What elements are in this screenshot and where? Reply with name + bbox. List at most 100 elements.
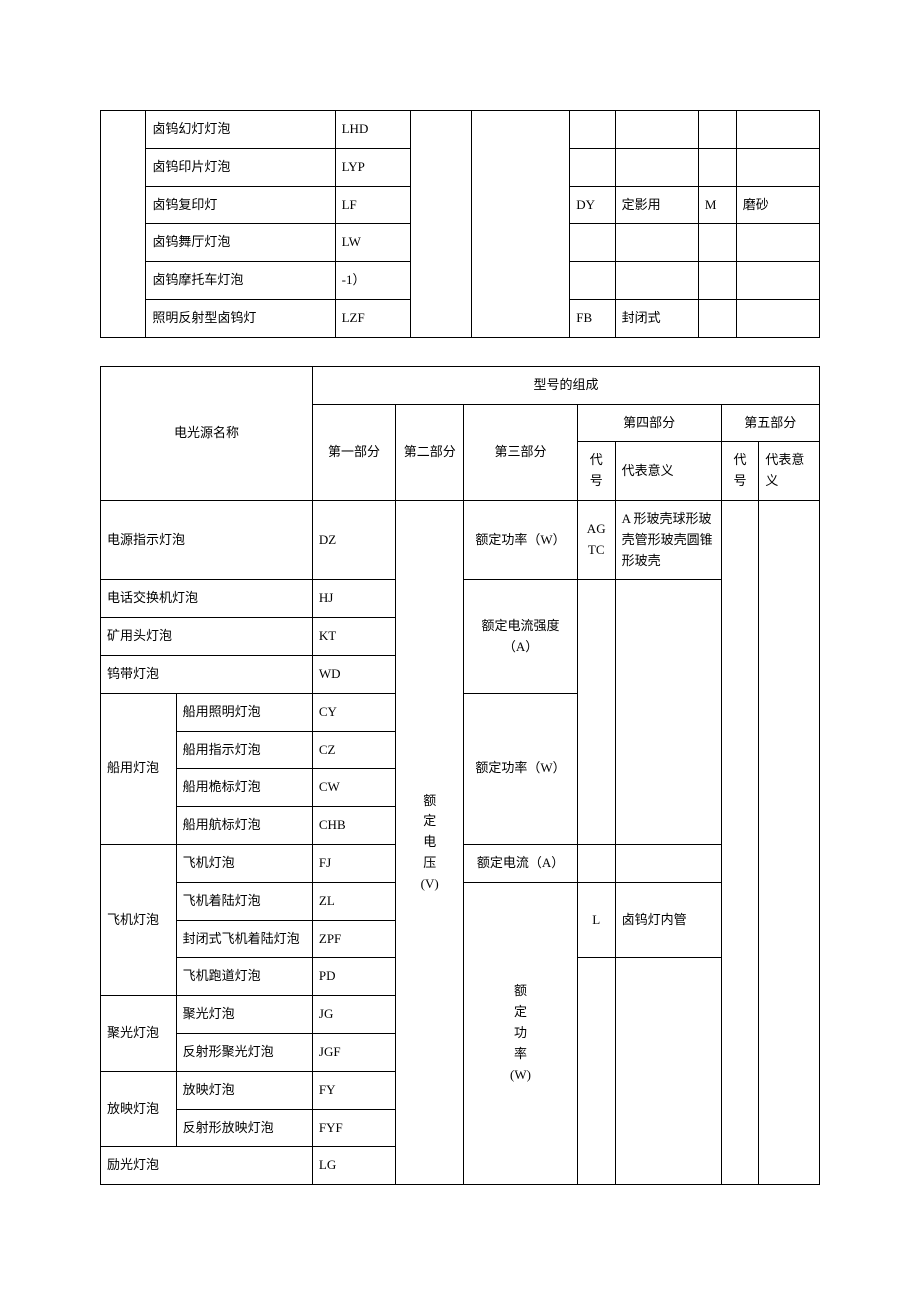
p4code-cell — [570, 262, 615, 300]
table-main: 电光源名称 型号的组成 第一部分 第二部分 第三部分 第四部分 第五部分 代号 … — [100, 366, 820, 1185]
code-cell: CY — [312, 693, 395, 731]
code-cell: -1） — [335, 262, 411, 300]
code-cell: WD — [312, 655, 395, 693]
p4mean-cell — [615, 224, 698, 262]
p5mean-cell — [736, 262, 819, 300]
header-part1: 第一部分 — [312, 404, 395, 500]
header-p4-mean: 代表意义 — [615, 442, 721, 501]
part3-cell: 额定功率（W） — [464, 693, 578, 844]
cat-cell: 飞机灯泡 — [101, 844, 177, 995]
p4code-cell — [570, 224, 615, 262]
part3-cell: 额定功率(W) — [464, 882, 578, 1184]
p5mean-cell — [736, 148, 819, 186]
sub-cell: 船用指示灯泡 — [176, 731, 312, 769]
p5mean-cell — [759, 500, 820, 1184]
code-cell: CHB — [312, 807, 395, 845]
sub-cell: 飞机跑道灯泡 — [176, 958, 312, 996]
left-span-cell — [101, 111, 146, 338]
sub-cell: 船用桅标灯泡 — [176, 769, 312, 807]
name-cell: 卤钨摩托车灯泡 — [146, 262, 335, 300]
header-source-name: 电光源名称 — [101, 366, 313, 500]
cat-cell: 船用灯泡 — [101, 693, 177, 844]
cat-cell: 电源指示灯泡 — [101, 500, 313, 579]
p4code-cell — [570, 148, 615, 186]
code-cell: KT — [312, 618, 395, 656]
header-part2: 第二部分 — [396, 404, 464, 500]
header-part4: 第四部分 — [577, 404, 721, 442]
part3-cell: 额定功率（W） — [464, 500, 578, 579]
p5code-cell — [698, 148, 736, 186]
p5code-cell — [698, 224, 736, 262]
p4mean-cell: A 形玻壳球形玻壳管形玻壳圆锥形玻壳 — [615, 500, 721, 579]
code-cell: PD — [312, 958, 395, 996]
header-p4-code: 代号 — [577, 442, 615, 501]
sub-cell: 反射形放映灯泡 — [176, 1109, 312, 1147]
part2-cell: 额定电压(V) — [396, 500, 464, 1184]
cat-cell: 励光灯泡 — [101, 1147, 313, 1185]
code-cell: ZL — [312, 882, 395, 920]
p4mean-cell — [615, 958, 721, 1185]
table-row: 电源指示灯泡 DZ 额定电压(V) 额定功率（W） AGTC A 形玻壳球形玻壳… — [101, 500, 820, 579]
p4code-cell — [577, 580, 615, 845]
code-cell: HJ — [312, 580, 395, 618]
code-cell: LYP — [335, 148, 411, 186]
p5code-cell: M — [698, 186, 736, 224]
header-part5: 第五部分 — [721, 404, 819, 442]
part3-cell: 额定电流（A） — [464, 844, 578, 882]
header-p5-mean: 代表意义 — [759, 442, 820, 501]
header-composition: 型号的组成 — [312, 366, 819, 404]
p4code-cell: DY — [570, 186, 615, 224]
p5mean-cell — [736, 111, 819, 149]
sub-cell: 封闭式飞机着陆灯泡 — [176, 920, 312, 958]
name-cell: 卤钨幻灯灯泡 — [146, 111, 335, 149]
code-cell: DZ — [312, 500, 395, 579]
name-cell: 卤钨舞厅灯泡 — [146, 224, 335, 262]
p4mean-cell — [615, 111, 698, 149]
header-p5-code: 代号 — [721, 442, 759, 501]
p4code-cell: FB — [570, 299, 615, 337]
code-cell: LZF — [335, 299, 411, 337]
name-cell: 照明反射型卤钨灯 — [146, 299, 335, 337]
p4mean-cell: 定影用 — [615, 186, 698, 224]
cat-cell: 钨带灯泡 — [101, 655, 313, 693]
sub-cell: 反射形聚光灯泡 — [176, 1033, 312, 1071]
part2-cell — [411, 111, 472, 338]
p4mean-cell: 卤钨灯内管 — [615, 882, 721, 958]
cat-cell: 聚光灯泡 — [101, 996, 177, 1072]
p4code-cell: L — [577, 882, 615, 958]
p5code-cell — [698, 299, 736, 337]
table-row: 卤钨幻灯灯泡LHD — [101, 111, 820, 149]
header-part3: 第三部分 — [464, 404, 578, 500]
code-cell: ZPF — [312, 920, 395, 958]
sub-cell: 船用航标灯泡 — [176, 807, 312, 845]
p5code-cell — [721, 500, 759, 1184]
code-cell: FYF — [312, 1109, 395, 1147]
p4mean-cell — [615, 580, 721, 845]
p5mean-cell — [736, 224, 819, 262]
code-cell: LW — [335, 224, 411, 262]
p4code-cell: AGTC — [577, 500, 615, 579]
part3-cell — [471, 111, 569, 338]
code-cell: FJ — [312, 844, 395, 882]
code-cell: FY — [312, 1071, 395, 1109]
cat-cell: 矿用头灯泡 — [101, 618, 313, 656]
code-cell: LF — [335, 186, 411, 224]
sub-cell: 船用照明灯泡 — [176, 693, 312, 731]
sub-cell: 飞机灯泡 — [176, 844, 312, 882]
sub-cell: 放映灯泡 — [176, 1071, 312, 1109]
name-cell: 卤钨印片灯泡 — [146, 148, 335, 186]
table-top: 卤钨幻灯灯泡LHD卤钨印片灯泡LYP卤钨复印灯LFDY定影用M磨砂卤钨舞厅灯泡L… — [100, 110, 820, 338]
sub-cell: 聚光灯泡 — [176, 996, 312, 1034]
p4mean-cell — [615, 148, 698, 186]
p4mean-cell — [615, 262, 698, 300]
p5code-cell — [698, 111, 736, 149]
sub-cell: 飞机着陆灯泡 — [176, 882, 312, 920]
code-cell: JG — [312, 996, 395, 1034]
code-cell: CZ — [312, 731, 395, 769]
p5mean-cell: 磨砂 — [736, 186, 819, 224]
part3-cell: 额定电流强度（A） — [464, 580, 578, 693]
p4mean-cell: 封闭式 — [615, 299, 698, 337]
cat-cell: 放映灯泡 — [101, 1071, 177, 1147]
p4code-cell — [570, 111, 615, 149]
p5mean-cell — [736, 299, 819, 337]
